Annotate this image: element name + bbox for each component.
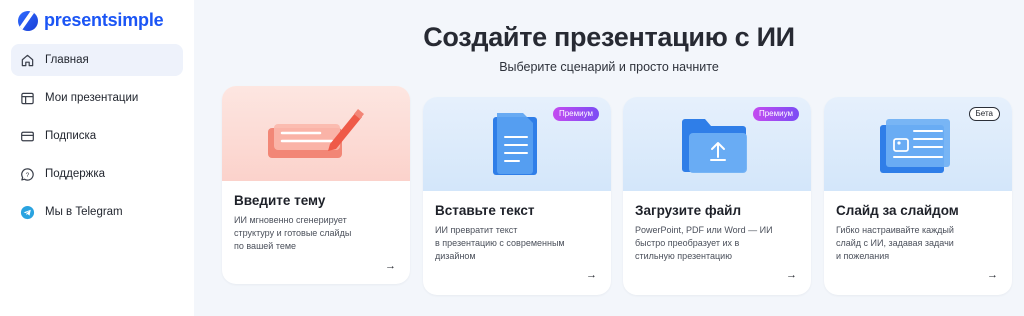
card-description-line: дизайном: [435, 251, 476, 261]
card-title: Введите тему: [234, 193, 326, 208]
card-description-line: быстро преобразует их в: [635, 238, 740, 248]
card-description-line: PowerPoint, PDF или Word — ИИ: [635, 225, 773, 235]
card-description: ИИ мгновенно сгенерирует структуру и гот…: [234, 214, 398, 253]
card-title: Загрузите файл: [635, 203, 742, 218]
logo-mark-icon: [18, 10, 38, 31]
card-body: Слайд за слайдом Гибко настраивайте кажд…: [824, 191, 1012, 263]
premium-badge: Премиум: [552, 107, 599, 121]
main-area: Создайте презентацию с ИИ Выберите сцена…: [194, 0, 1024, 316]
card-description: ИИ превратит текст в презентацию с совре…: [435, 224, 599, 263]
sidebar-item-label: Главная: [45, 54, 89, 66]
layout-icon: [19, 90, 35, 106]
sidebar-nav: Главная Мои презентации Подписка ? Подде…: [11, 44, 183, 234]
card-description-line: Гибко настраивайте каждый: [836, 225, 954, 235]
card-paste-text[interactable]: Премиум Вставьте текст ИИ превратит текс…: [423, 97, 611, 295]
chat-help-icon: ?: [19, 166, 35, 182]
sidebar-item-home[interactable]: Главная: [11, 44, 183, 76]
premium-badge: Премиум: [752, 107, 799, 121]
card-description-line: ИИ мгновенно сгенерирует: [234, 215, 347, 225]
card-description-line: ИИ превратит текст: [435, 225, 518, 235]
telegram-icon: [19, 204, 35, 220]
sidebar-item-support[interactable]: ? Поддержка: [11, 158, 183, 190]
sidebar-item-presentations[interactable]: Мои презентации: [11, 82, 183, 114]
card-illustration: Премиум: [423, 97, 611, 191]
sidebar-item-subscription[interactable]: Подписка: [11, 120, 183, 152]
sidebar-item-label: Поддержка: [45, 168, 105, 180]
card-illustration: Бета: [824, 97, 1012, 191]
card-description-line: слайд с ИИ, задавая задачи: [836, 238, 954, 248]
card-body: Загрузите файл PowerPoint, PDF или Word …: [623, 191, 811, 263]
card-enter-topic[interactable]: Введите тему ИИ мгновенно сгенерирует ст…: [222, 86, 410, 284]
arrow-right-icon: →: [385, 260, 396, 272]
page-subtitle: Выберите сценарий и просто начните: [499, 60, 719, 74]
card-description-line: в презентацию с современным: [435, 238, 565, 248]
card-slide-by-slide[interactable]: Бета Слайд за слайдом Гибко настраивайте…: [824, 97, 1012, 295]
sidebar: presentsimple Главная Мои презентации По…: [0, 0, 194, 316]
card-description-line: по вашей теме: [234, 241, 297, 251]
card-description-line: стильную презентацию: [635, 251, 732, 261]
brand-name: presentsimple: [44, 10, 164, 30]
card-icon: [19, 128, 35, 144]
card-title: Вставьте текст: [435, 203, 535, 218]
arrow-right-icon: →: [586, 269, 597, 281]
card-description-line: структуру и готовые слайды: [234, 228, 352, 238]
beta-badge: Бета: [968, 107, 1000, 121]
svg-text:?: ?: [25, 171, 29, 178]
arrow-right-icon: →: [786, 269, 797, 281]
card-body: Введите тему ИИ мгновенно сгенерирует ст…: [222, 181, 410, 253]
sidebar-item-label: Подписка: [45, 130, 97, 142]
card-description-line: и пожелания: [836, 251, 890, 261]
card-illustration: Премиум: [623, 97, 811, 191]
sidebar-item-label: Мы в Telegram: [45, 206, 123, 218]
brand-logo[interactable]: presentsimple: [18, 10, 164, 31]
card-illustration: [222, 86, 410, 181]
home-icon: [19, 52, 35, 68]
card-body: Вставьте текст ИИ превратит текст в през…: [423, 191, 611, 263]
card-title: Слайд за слайдом: [836, 203, 959, 218]
card-upload-file[interactable]: Премиум Загрузите файл PowerPoint, PDF и…: [623, 97, 811, 295]
page-title: Создайте презентацию с ИИ: [423, 22, 795, 52]
pen-text-icon: [268, 109, 364, 158]
card-description: PowerPoint, PDF или Word — ИИ быстро пре…: [635, 224, 799, 263]
sidebar-item-telegram[interactable]: Мы в Telegram: [11, 196, 183, 228]
card-description: Гибко настраивайте каждый слайд с ИИ, за…: [836, 224, 1000, 263]
arrow-right-icon: →: [987, 269, 998, 281]
sidebar-item-label: Мои презентации: [45, 92, 139, 104]
